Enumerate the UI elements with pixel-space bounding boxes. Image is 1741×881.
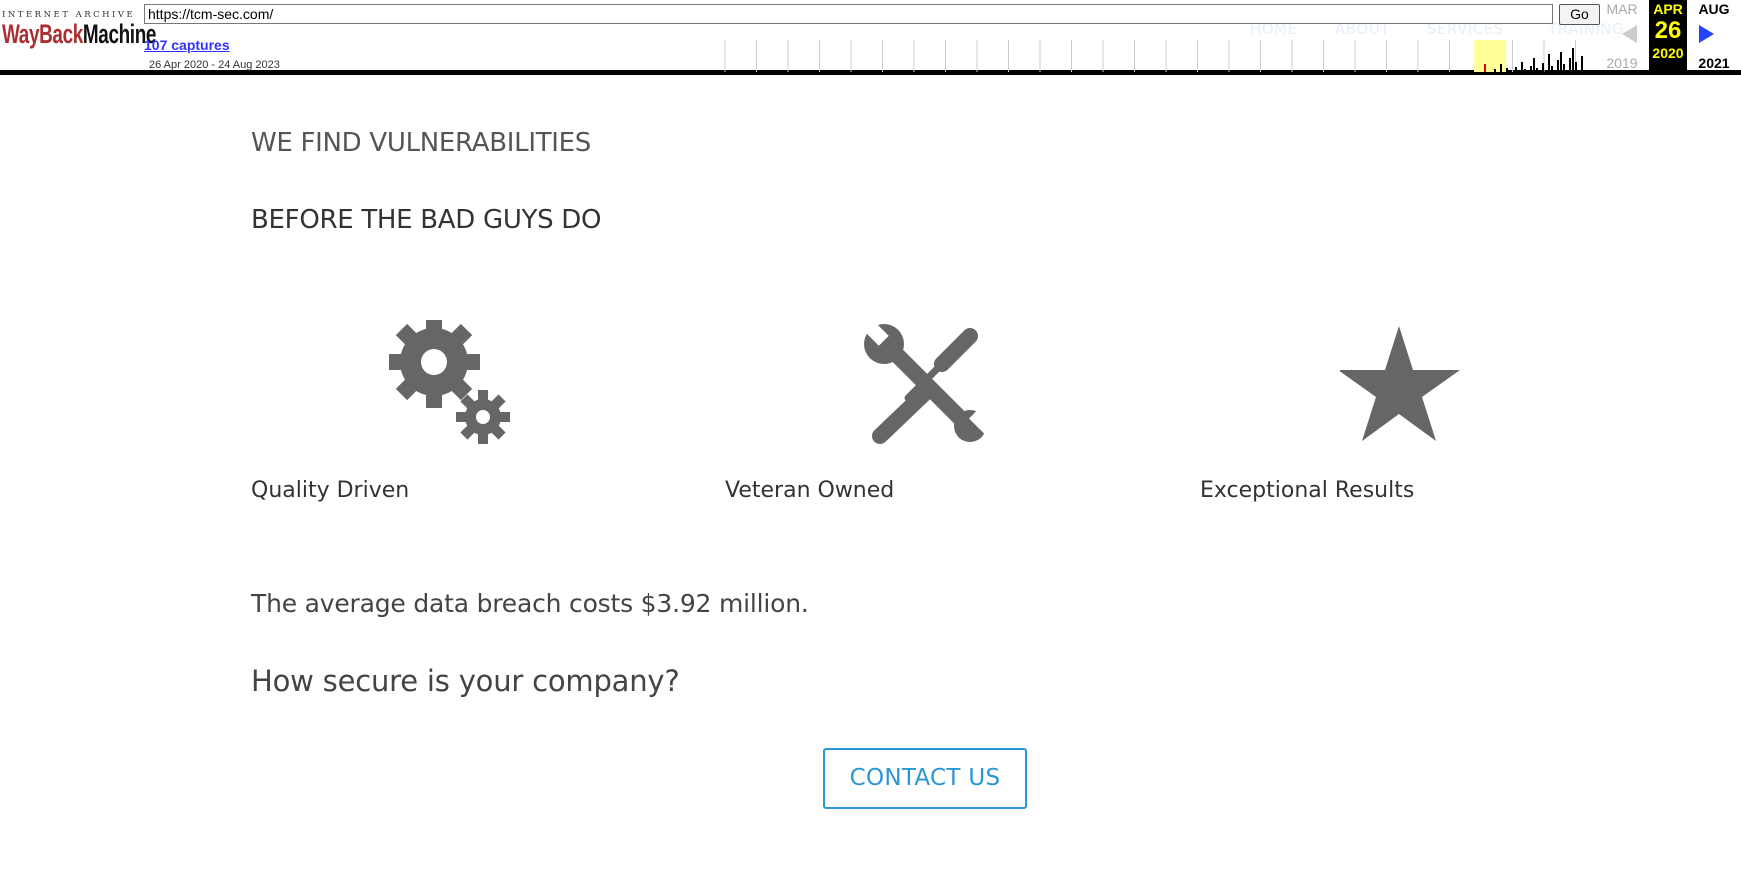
next-year-label[interactable]: 2021 (1694, 55, 1734, 71)
captures-link[interactable]: 107 captures (144, 37, 230, 53)
feature-label: Quality Driven (251, 478, 410, 503)
breach-cost-text: The average data breach costs $3.92 mill… (251, 589, 809, 618)
capture-sparkline[interactable] (722, 40, 1594, 72)
gears-icon (389, 320, 510, 444)
go-button[interactable]: Go (1559, 4, 1600, 25)
next-capture-arrow-icon[interactable] (1699, 25, 1714, 43)
headline-bad-guys: BEFORE THE BAD GUYS DO (251, 205, 602, 235)
next-month-label[interactable]: AUG (1694, 1, 1734, 17)
feature-label: Veteran Owned (725, 478, 895, 503)
star-icon (1340, 326, 1460, 441)
current-year: 2020 (1652, 45, 1684, 61)
capture-date-range: 26 Apr 2020 - 24 Aug 2023 (149, 59, 280, 71)
prev-capture-arrow-icon[interactable] (1622, 25, 1637, 43)
contact-us-button[interactable]: CONTACT US (823, 748, 1027, 809)
feature-label: Exceptional Results (1200, 478, 1415, 503)
tools-icon (863, 320, 992, 444)
wayback-logo[interactable]: INTERNET ARCHIVE WayBackMachine (2, 10, 157, 50)
current-month: APR (1653, 1, 1683, 17)
prev-year-label[interactable]: 2019 (1600, 55, 1644, 71)
security-question: How secure is your company? (251, 664, 680, 698)
url-input[interactable]: https://tcm-sec.com/ (144, 4, 1553, 24)
headline-vulnerabilities: WE FIND VULNERABILITIES (251, 128, 591, 158)
current-capture-date: APR 26 2020 (1649, 0, 1687, 70)
wayback-toolbar: INTERNET ARCHIVE WayBackMachine HOME ABO… (0, 0, 1741, 75)
prev-month-label[interactable]: MAR (1604, 1, 1640, 17)
wayback-machine-wordmark: WayBackMachine (2, 19, 157, 49)
current-day: 26 (1654, 17, 1682, 44)
